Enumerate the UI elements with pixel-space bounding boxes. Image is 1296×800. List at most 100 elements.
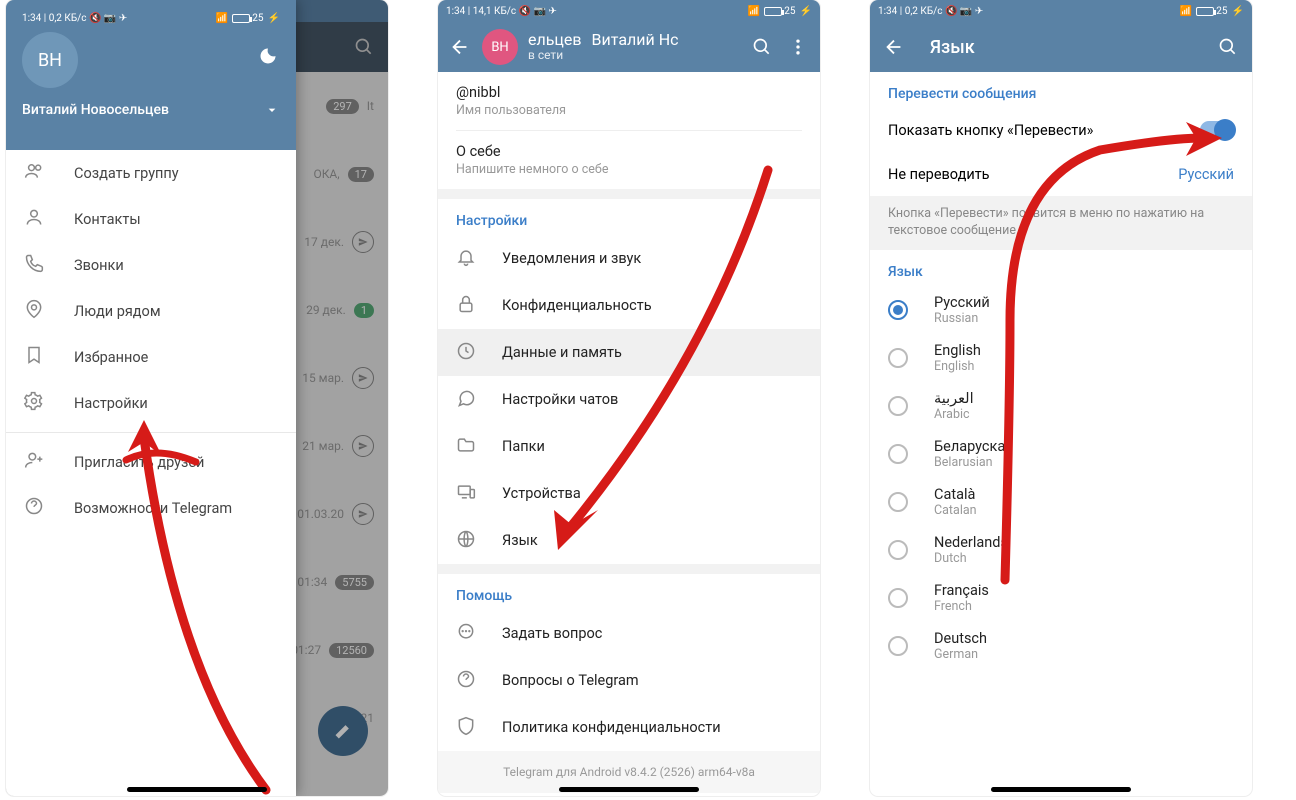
- drawer-account[interactable]: Виталий Новосельцев: [22, 102, 280, 118]
- night-mode-icon[interactable]: [256, 44, 280, 68]
- help-msg[interactable]: Задать вопрос: [438, 610, 820, 657]
- row-label: Папки: [502, 438, 545, 455]
- chat-time: ОКА,: [313, 167, 339, 181]
- row-label: Данные и память: [502, 344, 622, 361]
- help-q[interactable]: Вопросы о Telegram: [438, 657, 820, 704]
- language-option[interactable]: Nederlands Dutch: [870, 526, 1252, 574]
- drawer-item-bookmark[interactable]: Избранное: [6, 334, 296, 380]
- language-option[interactable]: العربية Arabic: [870, 382, 1252, 430]
- chevron-down-icon: [264, 102, 280, 118]
- avatar[interactable]: ВН: [482, 29, 518, 65]
- settings-chat[interactable]: Настройки чатов: [438, 376, 820, 423]
- language-appbar: Язык: [870, 22, 1252, 72]
- language-option[interactable]: Français French: [870, 574, 1252, 622]
- drawer-item-label: Контакты: [74, 211, 141, 228]
- nav-bar: [127, 787, 267, 792]
- nav-drawer: 1:34 | 0,2 КБ/с 🔇 📷 ✈ 📶25⚡ ВН Виталий Но…: [6, 0, 296, 796]
- drawer-item-group[interactable]: Создать группу: [6, 150, 296, 196]
- lang-name: Русский: [934, 294, 990, 311]
- help-shield[interactable]: Политика конфиденциальности: [438, 704, 820, 751]
- username-row[interactable]: @nibbl Имя пользователя: [438, 72, 820, 130]
- settings-devices[interactable]: Устройства: [438, 470, 820, 517]
- online-status: в сети: [528, 48, 750, 62]
- person-icon: [24, 207, 46, 231]
- lang-subtitle: French: [934, 599, 989, 614]
- row-label: Вопросы о Telegram: [502, 672, 639, 689]
- settings-bell[interactable]: Уведомления и звук: [438, 235, 820, 282]
- row-label: Не переводить: [888, 166, 990, 183]
- search-icon[interactable]: [1216, 35, 1240, 59]
- language-option[interactable]: Беларуская Belarusian: [870, 430, 1252, 478]
- back-icon[interactable]: [448, 35, 472, 59]
- section-language: Язык: [870, 250, 1252, 286]
- drawer-item-invite[interactable]: Пригласить друзей: [6, 439, 296, 485]
- phone-icon: [24, 253, 46, 277]
- language-option[interactable]: Русский Russian: [870, 286, 1252, 334]
- msg-icon: [456, 622, 478, 646]
- section-translate: Перевести сообщения: [870, 72, 1252, 108]
- chat-time: 29 дек.: [306, 303, 346, 317]
- search-icon[interactable]: [352, 35, 376, 59]
- row-label: Устройства: [502, 485, 581, 502]
- status-batt: 25: [1216, 6, 1227, 17]
- lang-subtitle: Russian: [934, 311, 990, 326]
- settings-clock[interactable]: Данные и память: [438, 329, 820, 376]
- lang-subtitle: German: [934, 647, 987, 662]
- settings-globe[interactable]: Язык: [438, 517, 820, 564]
- compose-fab[interactable]: [318, 706, 368, 756]
- back-icon[interactable]: [882, 35, 906, 59]
- name-frag: Виталий Нс: [592, 32, 679, 48]
- radio-icon: [888, 540, 908, 560]
- name-frag: ельцев: [528, 32, 582, 48]
- bio-title: О себе: [456, 143, 802, 160]
- shield-icon: [456, 716, 478, 740]
- status-net: 0,2 КБ/с: [49, 13, 87, 24]
- phone-settings: 1:34 | 14,1 КБ/с 🔇 📷 ✈ 📶25⚡ ВН ельцевВит…: [438, 0, 820, 796]
- bio-row[interactable]: О себе Напишите немного о себе: [438, 131, 820, 189]
- language-option[interactable]: Català Catalan: [870, 478, 1252, 526]
- settings-folder[interactable]: Папки: [438, 423, 820, 470]
- row-label: Настройки чатов: [502, 391, 618, 408]
- avatar[interactable]: ВН: [22, 32, 78, 88]
- show-translate-toggle[interactable]: Показать кнопку «Перевести»: [870, 108, 1252, 152]
- radio-icon: [888, 300, 908, 320]
- row-label: Язык: [502, 532, 538, 549]
- drawer-item-person[interactable]: Контакты: [6, 196, 296, 242]
- drawer-item-phone[interactable]: Звонки: [6, 242, 296, 288]
- bookmark-icon: [24, 345, 46, 369]
- row-label: Политика конфиденциальности: [502, 719, 721, 736]
- language-option[interactable]: Deutsch German: [870, 622, 1252, 670]
- radio-icon: [888, 396, 908, 416]
- lock-icon: [456, 294, 478, 318]
- section-settings: Настройки: [438, 199, 820, 235]
- drawer-item-help[interactable]: Возможности Telegram: [6, 485, 296, 531]
- toggle-switch[interactable]: [1200, 121, 1234, 139]
- row-value: Русский: [1178, 166, 1234, 183]
- username-value: @nibbl: [456, 84, 802, 101]
- status-batt: 25: [252, 13, 263, 24]
- radio-icon: [888, 492, 908, 512]
- avatar-initials: ВН: [38, 50, 62, 71]
- row-label: Задать вопрос: [502, 625, 602, 642]
- settings-lock[interactable]: Конфиденциальность: [438, 282, 820, 329]
- phone-drawer: 297It ОКА,17 17 дек. 29 дек.1 15 мар. 21…: [6, 0, 388, 796]
- language-option[interactable]: English English: [870, 334, 1252, 382]
- drawer-item-settings[interactable]: Настройки: [6, 380, 296, 426]
- do-not-translate-row[interactable]: Не переводить Русский: [870, 152, 1252, 196]
- chat-time: 21 мар.: [302, 439, 344, 453]
- more-icon[interactable]: [786, 35, 810, 59]
- page-title: Язык: [930, 37, 1216, 58]
- settings-appbar: ВН ельцев Виталий Нс в сети: [438, 22, 820, 72]
- drawer-item-near[interactable]: Люди рядом: [6, 288, 296, 334]
- status-time: 1:34: [446, 6, 465, 17]
- section-help: Помощь: [438, 574, 820, 610]
- search-icon[interactable]: [750, 35, 774, 59]
- chat-time: 17 дек.: [304, 235, 344, 249]
- chat-time: 15 мар.: [302, 371, 344, 385]
- lang-subtitle: Belarusian: [934, 455, 1013, 470]
- drawer-item-label: Пригласить друзей: [74, 454, 204, 471]
- status-batt: 25: [784, 6, 795, 17]
- status-time: 1:34: [878, 6, 897, 17]
- row-label: Конфиденциальность: [502, 297, 652, 314]
- drawer-item-label: Звонки: [74, 257, 124, 274]
